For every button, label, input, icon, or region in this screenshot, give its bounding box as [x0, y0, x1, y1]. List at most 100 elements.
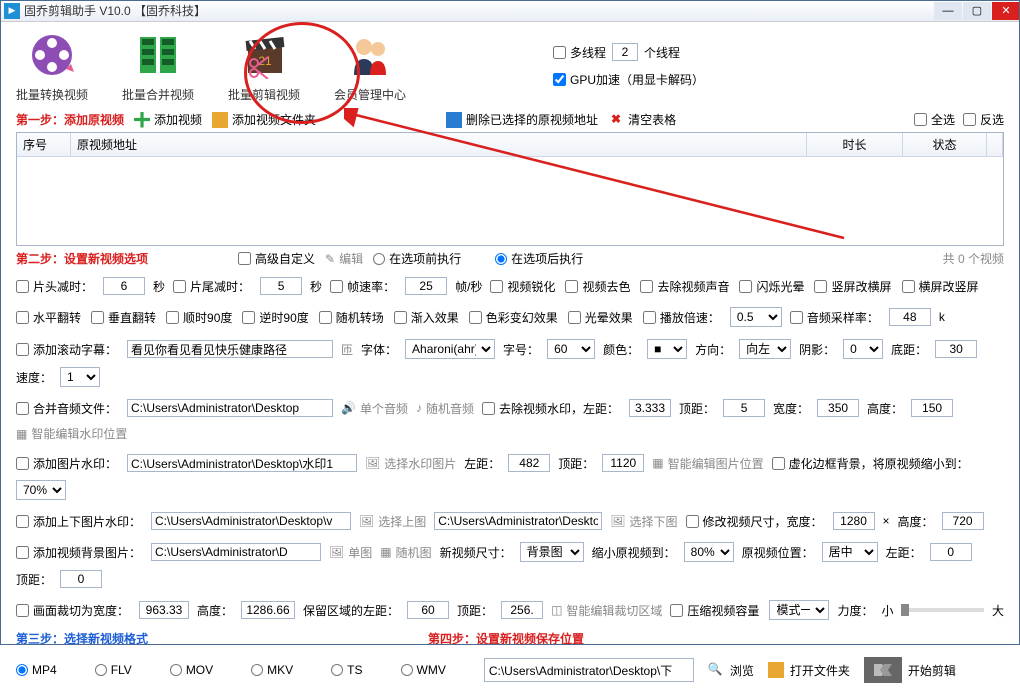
col-index[interactable]: 序号 [17, 133, 71, 156]
size-select[interactable]: 60 [547, 339, 595, 359]
colorfx-checkbox[interactable]: 色彩变幻效果 [469, 309, 558, 326]
gpu-checkbox[interactable]: GPU加速（用显卡解码） [553, 71, 704, 88]
tab-clip[interactable]: 21 批量剪辑视频 [228, 28, 300, 103]
tail-cut-checkbox[interactable]: 片尾减时： [173, 278, 250, 295]
v2h-checkbox[interactable]: 竖屏改横屏 [814, 278, 891, 295]
col-duration[interactable]: 时长 [807, 133, 903, 156]
head-cut-checkbox[interactable]: 片头减时： [16, 278, 93, 295]
crop-h[interactable] [241, 601, 295, 619]
compress-checkbox[interactable]: 压缩视频容量 [670, 602, 759, 619]
clear-button[interactable]: ✖清空表格 [608, 111, 676, 128]
newsize-select[interactable]: 背景图 [520, 542, 584, 562]
gray-checkbox[interactable]: 视频去色 [565, 278, 630, 295]
tbwm-checkbox[interactable]: 添加上下图片水印： [16, 513, 141, 530]
col-path[interactable]: 原视频地址 [71, 133, 807, 156]
mov-radio[interactable]: MOV [170, 663, 213, 677]
smart-img[interactable]: ▦智能编辑图片位置 [652, 455, 763, 472]
fps-input[interactable] [405, 277, 447, 295]
mode-select[interactable]: 模式一 [769, 600, 829, 620]
resize-checkbox[interactable]: 修改视频尺寸，宽度： [686, 513, 823, 530]
before-radio[interactable]: 在选项前执行 [373, 250, 461, 267]
dewm-w[interactable] [817, 399, 859, 417]
imgwm-left[interactable] [508, 454, 550, 472]
edit-button[interactable]: ✎编辑 [325, 250, 363, 267]
browse-button[interactable]: 🔍浏览 [708, 662, 754, 679]
pick-wm[interactable]: 🖼选择水印图片 [365, 455, 456, 472]
open-folder-button[interactable]: 打开文件夹 [768, 662, 850, 679]
vflip-checkbox[interactable]: 垂直翻转 [91, 309, 156, 326]
spd-select[interactable]: 1 [60, 367, 100, 387]
table-body[interactable] [17, 157, 1003, 245]
bg-single[interactable]: 🖼单图 [329, 544, 372, 561]
maximize-button[interactable]: ▢ [963, 2, 991, 20]
color-select[interactable]: ■ [647, 339, 687, 359]
speed-checkbox[interactable]: 播放倍速： [643, 309, 720, 326]
speed-select[interactable]: 0.5 [730, 307, 782, 327]
scene-checkbox[interactable]: 随机转场 [319, 309, 384, 326]
hflip-checkbox[interactable]: 水平翻转 [16, 309, 81, 326]
crop-w[interactable] [139, 601, 189, 619]
threads-input[interactable] [612, 43, 638, 61]
col-status[interactable]: 状态 [903, 133, 987, 156]
resize-h[interactable] [942, 512, 984, 530]
pos-left[interactable] [930, 543, 972, 561]
audio-path[interactable] [127, 399, 333, 417]
mp4-radio[interactable]: MP4 [16, 663, 57, 677]
save-path[interactable] [484, 658, 694, 682]
smart-crop[interactable]: ◫智能编辑裁切区域 [551, 602, 662, 619]
resize-w[interactable] [833, 512, 875, 530]
flv-radio[interactable]: FLV [95, 663, 132, 677]
bg-path[interactable] [151, 543, 321, 561]
ts-radio[interactable]: TS [331, 663, 362, 677]
bg-checkbox[interactable]: 添加视频背景图片： [16, 544, 141, 561]
bg-rand[interactable]: ▦随机图 [380, 544, 431, 561]
fps-checkbox[interactable]: 帧速率： [330, 278, 395, 295]
halo-checkbox[interactable]: 光晕效果 [568, 309, 633, 326]
h2v-checkbox[interactable]: 横屏改竖屏 [902, 278, 979, 295]
blur-checkbox[interactable]: 虚化边框背景，将原视频缩小到： [772, 455, 969, 472]
srate-input[interactable] [889, 308, 931, 326]
mute-checkbox[interactable]: 去除视频声音 [640, 278, 729, 295]
ccw-checkbox[interactable]: 逆时90度 [242, 309, 308, 326]
dewm-h[interactable] [911, 399, 953, 417]
flash-checkbox[interactable]: 闪烁光晕 [739, 278, 804, 295]
smart-wm[interactable]: ▦智能编辑水印位置 [16, 425, 127, 442]
keep-t[interactable] [501, 601, 543, 619]
tab-member[interactable]: 会员管理中心 [334, 28, 406, 103]
start-button[interactable]: 开始剪辑 [864, 657, 956, 683]
force-slider[interactable] [901, 608, 984, 612]
after-radio[interactable]: 在选项后执行 [495, 250, 583, 267]
imgwm-checkbox[interactable]: 添加图片水印： [16, 455, 117, 472]
add-video-button[interactable]: 添加视频 [134, 111, 202, 128]
tail-cut-input[interactable] [260, 277, 302, 295]
pos-select[interactable]: 居中 [822, 542, 878, 562]
topimg-path[interactable] [151, 512, 351, 530]
dewm-left[interactable] [629, 399, 671, 417]
scroll-input[interactable] [127, 340, 333, 358]
keep-l[interactable] [407, 601, 449, 619]
shadow-select[interactable]: 0 [843, 339, 883, 359]
dewm-top[interactable] [723, 399, 765, 417]
dir-select[interactable]: 向左 [739, 339, 791, 359]
random-audio[interactable]: ♪随机音频 [416, 400, 474, 417]
delete-url-button[interactable]: 删除已选择的原视频地址 [446, 111, 598, 128]
head-cut-input[interactable] [103, 277, 145, 295]
minimize-button[interactable]: — [934, 2, 962, 20]
wmv-radio[interactable]: WMV [401, 663, 446, 677]
blur-select[interactable]: 70% [16, 480, 66, 500]
advanced-checkbox[interactable]: 高级自定义 [238, 250, 315, 267]
add-folder-button[interactable]: 添加视频文件夹 [212, 111, 316, 128]
mkv-radio[interactable]: MKV [251, 663, 293, 677]
tab-convert[interactable]: 批量转换视频 [16, 28, 88, 103]
srate-checkbox[interactable]: 音频采样率： [790, 309, 879, 326]
mergeaudio-checkbox[interactable]: 合并音频文件： [16, 400, 117, 417]
invert-checkbox[interactable]: 反选 [963, 111, 1004, 128]
select-all-checkbox[interactable]: 全选 [914, 111, 955, 128]
bottom-input[interactable] [935, 340, 977, 358]
imgwm-top[interactable] [602, 454, 644, 472]
scroll-checkbox[interactable]: 添加滚动字幕： [16, 341, 117, 358]
dewm-checkbox[interactable]: 去除视频水印，左距： [482, 400, 619, 417]
crop-checkbox[interactable]: 画面裁切为宽度： [16, 602, 129, 619]
font-select[interactable]: Aharoni(ahr) [405, 339, 495, 359]
shrink-select[interactable]: 80% [684, 542, 734, 562]
